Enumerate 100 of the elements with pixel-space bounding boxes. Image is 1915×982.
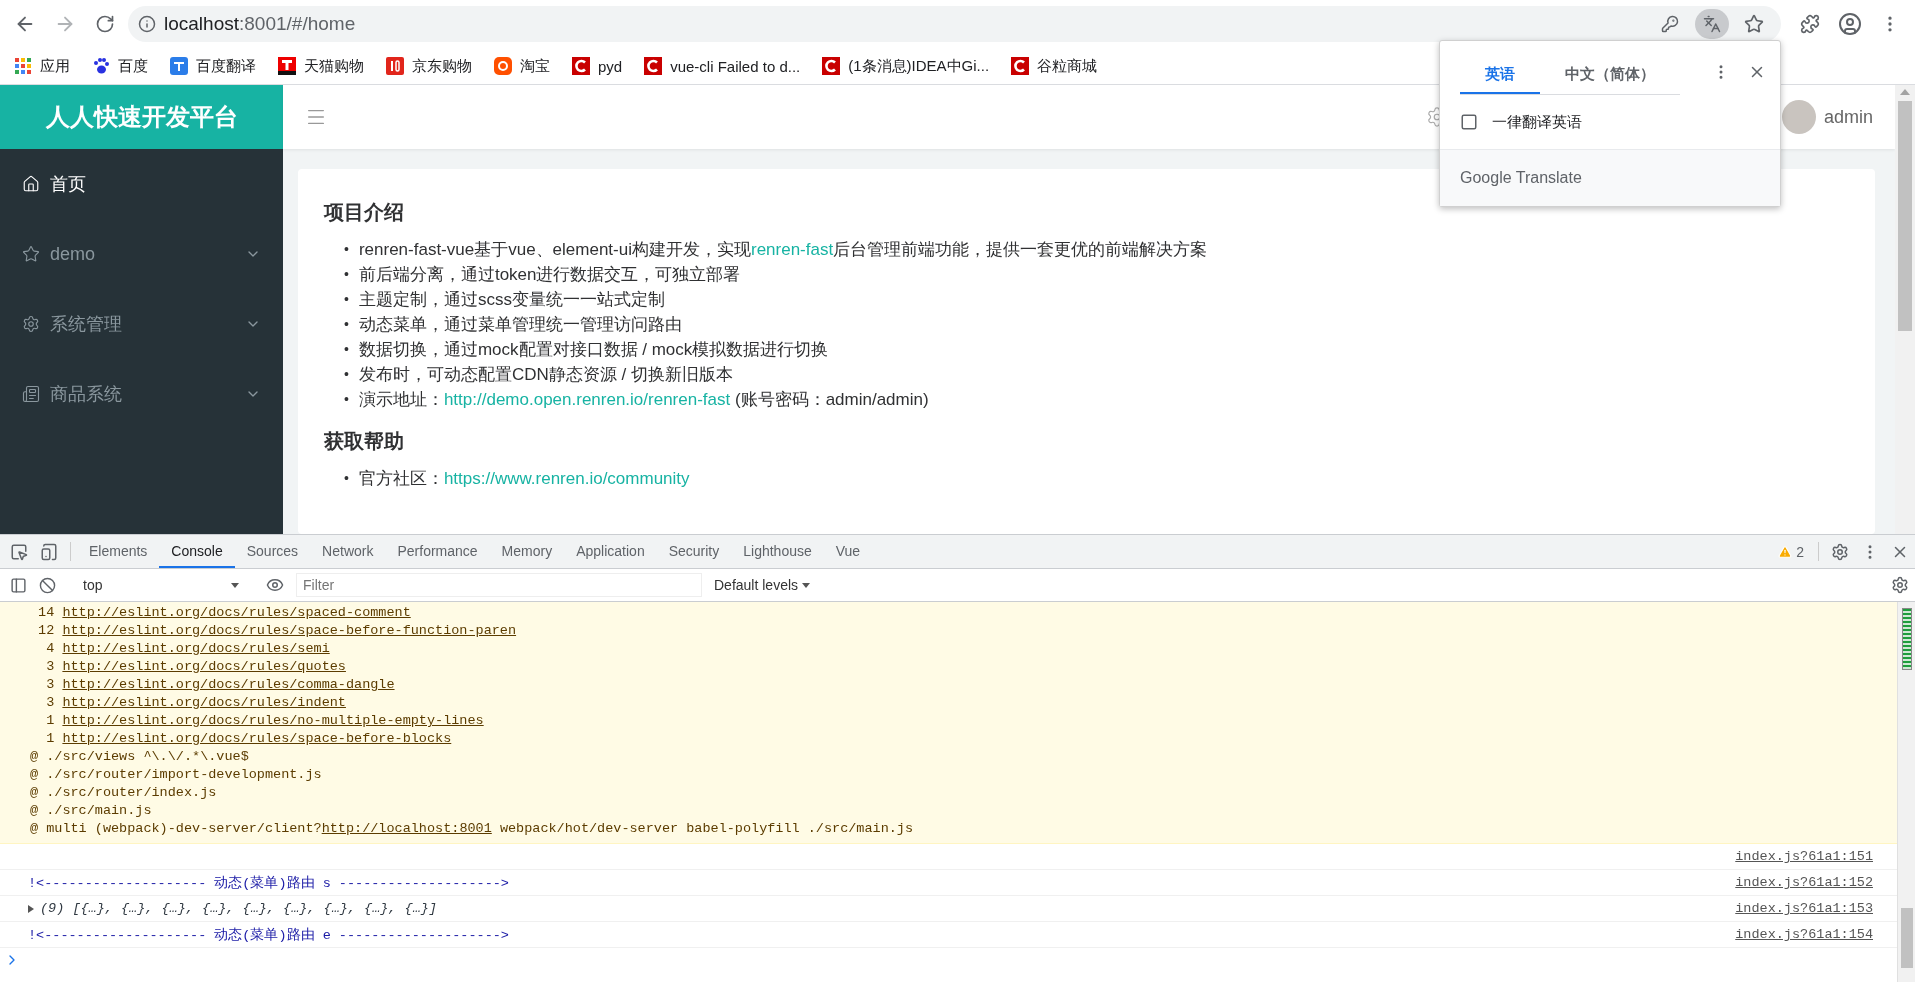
bullet: • [344, 340, 349, 359]
stack-line: @ ./src/main.js [30, 803, 152, 818]
rule-count: 1 [45, 730, 55, 748]
section-heading: 获取帮助 [324, 429, 405, 454]
sidebar-item[interactable]: 首页 [0, 149, 283, 219]
caret-icon[interactable] [231, 582, 239, 588]
user-name[interactable]: admin [1823, 106, 1873, 128]
list-item: 发布时，可动态配置CDN静态资源 / 切换新旧版本 [358, 364, 733, 386]
language-tab[interactable]: 中文（简体） [1540, 56, 1680, 94]
rule-link[interactable]: http://eslint.org/docs/rules/indent [62, 695, 346, 710]
scrollbar[interactable] [1897, 602, 1915, 982]
link[interactable]: http://localhost:8001 [321, 821, 492, 836]
home-icon [22, 175, 40, 193]
url-host: localhost [164, 13, 239, 35]
list-item: renren-fast-vue基于vue、element-ui构建开发，实现renren-fast后台管理前端功能，提供一套更优的前端解决方案 [358, 239, 1208, 261]
devtools-tab[interactable]: Performance [385, 535, 490, 568]
context-select[interactable]: top [75, 577, 247, 593]
bullet: • [344, 315, 349, 334]
list-item: 演示地址：http://demo.open.renren.io/renren-fast (账号密码：admin/admin) [358, 389, 929, 411]
bookmark[interactable]: pyd [572, 57, 623, 75]
rule-link[interactable]: http://eslint.org/docs/rules/no-multiple-empty-lines [62, 713, 484, 728]
devtools-tab[interactable]: Network [310, 535, 386, 568]
log-array[interactable]: (9) [{…}, {…}, {…}, {…}, {…}, {…}, {…}, {…}, {…}] [40, 901, 1736, 916]
list-icon [22, 385, 40, 403]
stack-line: @ ./src/router/index.js [30, 785, 217, 800]
reload-icon[interactable] [95, 14, 115, 34]
bullet: • [344, 390, 349, 409]
csdn-icon [822, 57, 841, 75]
gear-icon [22, 315, 40, 333]
list-item: 官方社区：https://www.renren.io/community [358, 468, 690, 490]
rule-link[interactable]: http://eslint.org/docs/rules/comma-dangle [62, 677, 395, 692]
warning-count[interactable]: 2 [1796, 543, 1804, 560]
section-heading: 项目介绍 [324, 200, 405, 225]
rule-count: 4 [45, 640, 55, 658]
bookmark[interactable]: 谷粒商城 [1011, 56, 1098, 76]
sidebar-item[interactable]: 商品系统 [0, 359, 283, 429]
info-icon[interactable] [138, 15, 156, 33]
bookmark[interactable]: vue-cli Failed to d... [644, 57, 801, 75]
rule-link[interactable]: http://eslint.org/docs/rules/space-before-blocks [62, 731, 452, 746]
scrollbar[interactable] [1895, 85, 1915, 534]
rule-count: 3 [45, 676, 55, 694]
levels-dropdown[interactable]: Default levels [708, 577, 817, 593]
filter-field[interactable]: Filter [296, 573, 702, 597]
sidebar-item[interactable]: 系统管理 [0, 289, 283, 359]
stack-line: @ ./src/views ^\.\/.*\.vue$ [30, 749, 249, 764]
checkbox-label[interactable]: 一律翻译英语 [1492, 112, 1582, 132]
stack-line: @ ./src/router/import-development.js [30, 767, 322, 782]
devtools-tab[interactable]: Vue [823, 535, 873, 568]
app-logo: 人人快速开发平台 [0, 85, 283, 149]
translate-icon[interactable] [1695, 9, 1729, 39]
google-translate-brand: Google Translate [1460, 169, 1582, 187]
checkbox[interactable] [1460, 113, 1478, 131]
rule-link[interactable]: http://eslint.org/docs/rules/quotes [62, 659, 346, 674]
rule-link[interactable]: http://eslint.org/docs/rules/space-before-function-paren [62, 623, 517, 638]
devtools-tab[interactable]: Security [656, 535, 732, 568]
csdn-icon [644, 57, 663, 75]
list-item: 前后端分离，通过token进行数据交互，可独立部署 [358, 264, 741, 286]
expand-triangle-icon[interactable] [28, 904, 34, 913]
log-message: !<-------------------- 动态(菜单)路由 e --------------------> [28, 926, 510, 944]
star-icon [22, 245, 40, 263]
rule-link[interactable]: http://eslint.org/docs/rules/semi [62, 641, 330, 656]
csdn-icon [1011, 57, 1030, 75]
rule-count: 3 [45, 658, 55, 676]
devtools-tab[interactable]: Elements [77, 535, 160, 568]
devtools-tab[interactable]: Lighthouse [731, 535, 824, 568]
csdn-icon [572, 57, 590, 75]
address-bar[interactable]: localhost:8001/#/home [128, 6, 1781, 42]
bookmark[interactable]: 应用 [14, 56, 70, 76]
rule-link[interactable]: http://eslint.org/docs/rules/spaced-comment [62, 605, 411, 620]
log-message: !<-------------------- 动态(菜单)路由 s --------------------> [28, 874, 510, 892]
rule-count: 1 [45, 712, 55, 730]
devtools-tab[interactable]: Application [564, 535, 657, 568]
rule-count: 14 [37, 604, 55, 622]
devtools-tab[interactable]: Sources [234, 535, 311, 568]
bookmark[interactable]: (1条消息)IDEA中Gi... [822, 56, 990, 76]
bookmark[interactable]: 淘宝 [494, 56, 550, 76]
paw-icon [92, 57, 110, 75]
bullet: • [344, 290, 349, 309]
bookmark[interactable]: 百度翻译 [170, 56, 256, 76]
devtools-tab[interactable]: Console [159, 535, 235, 568]
bookmark[interactable]: 京东购物 [386, 56, 472, 76]
bullet: • [344, 365, 349, 384]
bookmark[interactable]: 百度 [92, 56, 148, 76]
bullet: • [344, 265, 349, 284]
source-link[interactable]: index.js?61a1:153 [1735, 901, 1873, 916]
tmall-icon [278, 57, 296, 75]
language-tab[interactable]: 英语 [1460, 56, 1540, 94]
caret-icon[interactable] [802, 582, 811, 588]
bullet: • [344, 240, 349, 259]
source-link[interactable]: index.js?61a1:154 [1735, 927, 1873, 942]
rule-count: 3 [45, 694, 55, 712]
source-link[interactable]: index.js?61a1:151 [1735, 849, 1873, 864]
taobao-icon [494, 57, 512, 75]
sidebar-item[interactable]: demo [0, 219, 283, 289]
bookmark[interactable]: 天猫购物 [278, 56, 364, 76]
stack-line: @ multi (webpack)-dev-server/client?http://localhost:8001 webpack/hot/dev-server babel-polyfill ./src/main.js [30, 821, 914, 836]
url-path: :8001/#/home [239, 13, 356, 35]
source-link[interactable]: index.js?61a1:152 [1735, 875, 1873, 890]
list-item: 主题定制，通过scss变量统一一站式定制 [358, 289, 665, 311]
devtools-tab[interactable]: Memory [489, 535, 565, 568]
